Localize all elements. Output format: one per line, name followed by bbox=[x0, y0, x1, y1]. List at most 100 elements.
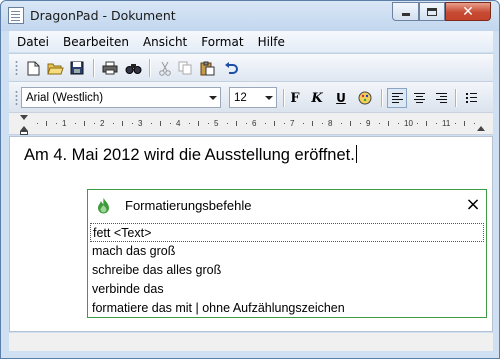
popup-title: Formatierungsbefehle bbox=[125, 198, 252, 213]
ruler-tick bbox=[55, 123, 57, 124]
ruler-tick bbox=[207, 123, 209, 124]
list-item[interactable]: schreibe das alles groß bbox=[90, 261, 484, 280]
ruler-tick bbox=[473, 123, 475, 124]
ruler-tick bbox=[112, 123, 114, 124]
ruler-number: 7 bbox=[290, 119, 295, 128]
font-size-value: 12 bbox=[234, 91, 247, 104]
ruler-tick bbox=[340, 123, 342, 124]
app-window: DragonPad - Dokument ✕ Datei Bearbeiten … bbox=[0, 0, 500, 359]
menu-ansicht[interactable]: Ansicht bbox=[143, 35, 187, 49]
ruler-tick bbox=[283, 123, 285, 124]
align-left-button[interactable] bbox=[387, 88, 407, 108]
menu-bearbeiten[interactable]: Bearbeiten bbox=[63, 35, 129, 49]
ruler-number: 10 bbox=[404, 119, 413, 128]
maximize-icon bbox=[427, 7, 437, 16]
minimize-button[interactable] bbox=[392, 2, 419, 21]
ruler-tick bbox=[169, 123, 171, 124]
ruler-tick bbox=[388, 121, 389, 126]
toolbar-grip[interactable] bbox=[15, 60, 18, 76]
align-center-button[interactable] bbox=[409, 88, 429, 108]
ruler-tick bbox=[464, 121, 465, 126]
underline-button[interactable]: U bbox=[331, 88, 351, 108]
formatting-commands-popup: Formatierungsbefehle × fett <Text> mach … bbox=[87, 189, 487, 318]
left-indent-marker[interactable] bbox=[20, 131, 28, 135]
dragon-flame-icon bbox=[97, 198, 110, 214]
ruler-tick bbox=[160, 121, 161, 126]
list-item[interactable]: mach das groß bbox=[90, 242, 484, 261]
ruler-tick bbox=[359, 123, 361, 124]
ruler-tick bbox=[264, 123, 266, 124]
maximize-button[interactable] bbox=[419, 2, 445, 21]
ruler-number: 8 bbox=[328, 119, 333, 128]
undo-icon[interactable] bbox=[221, 58, 241, 78]
document-line: Am 4. Mai 2012 wird die Ausstellung eröf… bbox=[24, 146, 355, 164]
ruler-number: 11 bbox=[442, 119, 451, 128]
ruler-tick bbox=[312, 121, 313, 126]
ruler-tick bbox=[435, 123, 437, 124]
ruler-number: 4 bbox=[176, 119, 181, 128]
italic-button[interactable]: K bbox=[307, 88, 327, 108]
ruler-tick bbox=[397, 123, 399, 124]
ruler-number: 2 bbox=[100, 119, 105, 128]
ruler-tick bbox=[321, 123, 323, 124]
copy-icon[interactable] bbox=[175, 58, 195, 78]
font-size-select[interactable]: 12 bbox=[229, 87, 277, 108]
ruler-number: 5 bbox=[214, 119, 219, 128]
ruler-tick bbox=[188, 123, 190, 124]
ruler-tick bbox=[426, 121, 427, 126]
menu-datei[interactable]: Datei bbox=[17, 35, 49, 49]
align-left-icon bbox=[391, 92, 403, 104]
ruler-tick bbox=[46, 121, 47, 126]
status-bar bbox=[9, 333, 493, 351]
document-text[interactable]: Am 4. Mai 2012 wird die Ausstellung eröf… bbox=[24, 145, 357, 165]
ruler-number: 6 bbox=[252, 119, 257, 128]
cut-icon[interactable] bbox=[155, 58, 175, 78]
print-icon[interactable] bbox=[100, 58, 120, 78]
menu-format[interactable]: Format bbox=[201, 35, 243, 49]
ruler-tick bbox=[74, 123, 76, 124]
bullets-button[interactable] bbox=[461, 88, 481, 108]
text-caret bbox=[355, 145, 357, 163]
font-select-value: Arial (Westlich) bbox=[26, 91, 104, 104]
popup-close-icon[interactable]: × bbox=[464, 196, 482, 214]
popup-header: Formatierungsbefehle × bbox=[88, 190, 486, 221]
ruler-tick bbox=[236, 121, 237, 126]
title-bar: DragonPad - Dokument ✕ bbox=[1, 1, 499, 31]
ruler-tick bbox=[131, 123, 133, 124]
chevron-down-icon bbox=[209, 96, 217, 100]
list-item[interactable]: verbinde das bbox=[90, 280, 484, 299]
minimize-icon bbox=[401, 13, 410, 16]
ruler-number: 9 bbox=[366, 119, 371, 128]
standard-toolbar bbox=[9, 53, 493, 81]
color-icon[interactable] bbox=[355, 88, 375, 108]
ruler-number: 1 bbox=[62, 119, 67, 128]
first-line-indent-marker[interactable] bbox=[20, 115, 28, 120]
close-button[interactable]: ✕ bbox=[445, 2, 491, 21]
open-folder-icon[interactable] bbox=[45, 58, 65, 78]
ruler-tick bbox=[150, 123, 152, 124]
toolbar-grip[interactable] bbox=[15, 90, 18, 106]
find-icon[interactable] bbox=[123, 58, 143, 78]
command-list: fett <Text> mach das groß schreibe das a… bbox=[90, 223, 484, 318]
ruler-tick bbox=[302, 123, 304, 124]
list-item[interactable]: formatiere das mit | ohne Aufzählungszei… bbox=[90, 299, 484, 318]
ruler-tick bbox=[350, 121, 351, 126]
ruler: 1 2 3 4 5 6 7 8 9 10 11 bbox=[9, 112, 493, 135]
ruler-tick bbox=[378, 123, 380, 124]
app-icon bbox=[8, 7, 24, 24]
new-document-icon[interactable] bbox=[23, 58, 43, 78]
list-item[interactable]: fett <Text> bbox=[90, 223, 484, 242]
menu-bar: Datei Bearbeiten Ansicht Format Hilfe bbox=[9, 31, 493, 52]
align-right-button[interactable] bbox=[431, 88, 451, 108]
ruler-tick bbox=[84, 121, 85, 126]
bold-button[interactable]: F bbox=[285, 88, 305, 108]
right-indent-marker[interactable] bbox=[477, 126, 485, 131]
font-select[interactable]: Arial (Westlich) bbox=[21, 87, 221, 108]
window-title: DragonPad - Dokument bbox=[30, 8, 176, 23]
paste-icon[interactable] bbox=[197, 58, 217, 78]
save-icon[interactable] bbox=[67, 58, 87, 78]
ruler-tick bbox=[122, 121, 123, 126]
align-right-icon bbox=[435, 92, 447, 104]
menu-hilfe[interactable]: Hilfe bbox=[258, 35, 285, 49]
ruler-tick bbox=[454, 123, 456, 124]
